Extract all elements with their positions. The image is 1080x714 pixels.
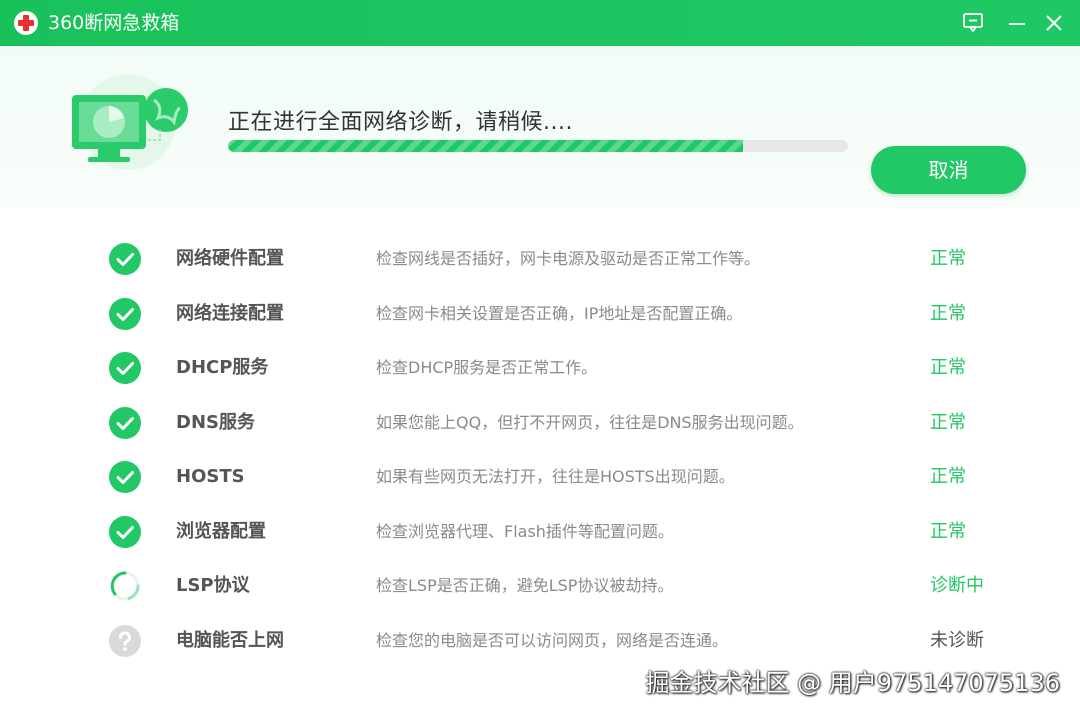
- minimize-icon[interactable]: [1003, 10, 1031, 36]
- question-circle-icon: [109, 624, 141, 657]
- diagnosis-progress-bar: [228, 140, 848, 152]
- feedback-icon[interactable]: [959, 10, 987, 36]
- check-circle-icon: [109, 243, 141, 275]
- diagnostic-row-lsp-protocol: LSP协议 检查LSP是否正确，避免LSP协议被劫持。 诊断中: [0, 559, 1080, 614]
- diagnostic-item-status: 诊断中: [930, 575, 984, 596]
- diagnostic-item-description: 检查LSP是否正确，避免LSP协议被劫持。: [376, 576, 674, 595]
- diagnostic-row-browser-config: 浏览器配置 检查浏览器代理、Flash插件等配置问题。 正常: [0, 505, 1080, 560]
- diagnostic-item-description: 检查DHCP服务是否正常工作。: [376, 358, 598, 377]
- check-circle-icon: [109, 352, 141, 384]
- diagnostic-item-name: 网络连接配置: [176, 302, 284, 324]
- diagnostic-item-name: 浏览器配置: [176, 520, 266, 542]
- diagnostic-item-name: LSP协议: [176, 575, 250, 596]
- diagnostic-item-name: 网络硬件配置: [176, 248, 284, 269]
- diagnostic-row-hosts: HOSTS 如果有些网页无法打开，往往是HOSTS出现问题。 正常: [0, 450, 1080, 505]
- diagnostic-row-dhcp-service: DHCP服务 检查DHCP服务是否正常工作。 正常: [0, 341, 1080, 396]
- diagnostic-item-name: 电脑能否上网: [176, 629, 284, 651]
- cancel-button[interactable]: 取消: [871, 146, 1026, 194]
- diagnosis-header: 正在进行全面网络诊断，请稍候.... 取消: [0, 46, 1080, 208]
- watermark-text: 掘金技术社区 @ 用户975147075136: [645, 669, 1061, 697]
- diagnostic-item-description: 检查网线是否插好，网卡电源及驱动是否正常工作等。: [376, 249, 761, 268]
- check-circle-icon: [109, 461, 141, 493]
- diagnostic-item-description: 检查网卡相关设置是否正确，IP地址是否配置正确。: [376, 303, 743, 323]
- diagnostic-row-internet-access: 电脑能否上网 检查您的电脑是否可以访问网页，网络是否连通。 未诊断: [0, 614, 1080, 669]
- diagnostic-row-network-hardware: 网络硬件配置 检查网线是否插好，网卡电源及驱动是否正常工作等。 正常: [0, 232, 1080, 287]
- app-window: 360断网急救箱 正在进行全面网络诊断，请稍候.... 取消 网络硬件配置 检查…: [0, 0, 1080, 714]
- diagnostic-item-description: 检查您的电脑是否可以访问网页，网络是否连通。: [376, 630, 729, 650]
- progress-fill: [228, 140, 743, 152]
- diagnostic-list: 网络硬件配置 检查网线是否插好，网卡电源及驱动是否正常工作等。 正常 网络连接配置 检查…: [0, 232, 1080, 668]
- diagnostic-item-status: 正常: [930, 357, 966, 378]
- diagnostic-item-description: 如果您能上QQ，但打不开网页，往往是DNS服务出现问题。: [376, 412, 804, 432]
- diagnostic-item-name: DNS服务: [176, 411, 255, 433]
- diagnostic-item-status: 正常: [930, 411, 966, 433]
- check-circle-icon: [109, 515, 141, 548]
- check-circle-icon: [109, 297, 141, 330]
- loading-spinner-icon: [109, 570, 141, 602]
- title-bar: 360断网急救箱: [0, 0, 1080, 46]
- diagnostic-row-network-connection: 网络连接配置 检查网卡相关设置是否正确，IP地址是否配置正确。 正常: [0, 287, 1080, 342]
- app-logo-icon: [14, 11, 38, 35]
- diagnostic-row-dns-service: DNS服务 如果您能上QQ，但打不开网页，往往是DNS服务出现问题。 正常: [0, 396, 1080, 451]
- diagnostic-item-description: 如果有些网页无法打开，往往是HOSTS出现问题。: [376, 467, 735, 486]
- diagnostic-item-status: 正常: [930, 302, 966, 324]
- diagnosis-status-text: 正在进行全面网络诊断，请稍候....: [228, 110, 573, 135]
- diagnostic-item-status: 正常: [930, 248, 966, 269]
- diagnostic-item-name: DHCP服务: [176, 357, 269, 378]
- diagnostic-item-status: 未诊断: [930, 629, 984, 651]
- diagnostic-item-status: 正常: [930, 520, 966, 542]
- diagnostic-item-status: 正常: [930, 466, 966, 487]
- diagnostic-item-description: 检查浏览器代理、Flash插件等配置问题。: [376, 521, 674, 541]
- diagnostic-item-name: HOSTS: [176, 466, 245, 487]
- check-circle-icon: [109, 406, 141, 439]
- network-monitor-icon: [68, 70, 198, 180]
- close-icon[interactable]: [1040, 10, 1068, 36]
- app-title: 360断网急救箱: [48, 12, 180, 34]
